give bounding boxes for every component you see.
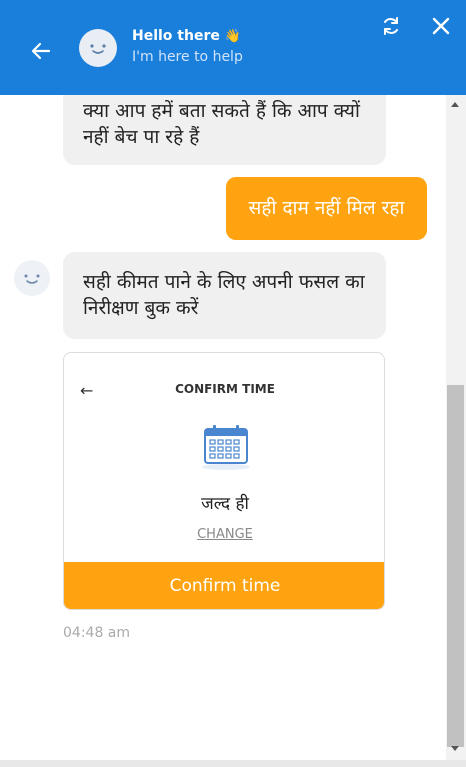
bot-message-text: सही कीमत पाने के लिए अपनी फसल का निरीक्ष…	[83, 271, 365, 319]
scrollbar[interactable]	[446, 95, 466, 760]
user-message: सही दाम नहीं मिल रहा	[226, 177, 427, 240]
header-title: Hello there 👋	[132, 28, 241, 44]
back-arrow-icon	[31, 42, 51, 60]
back-button[interactable]	[28, 38, 54, 64]
card-title: CONFIRM TIME	[175, 382, 275, 396]
confirm-time-button[interactable]: Confirm time	[64, 562, 384, 609]
bot-message: क्या आप हमें बता सकते हैं कि आप क्यों नह…	[63, 95, 386, 165]
refresh-button[interactable]	[380, 15, 402, 37]
scroll-up-icon[interactable]	[451, 102, 459, 107]
message-timestamp: 04:48 am	[63, 625, 131, 641]
user-message-text: सही दाम नहीं मिल रहा	[248, 197, 405, 219]
change-link[interactable]: CHANGE	[64, 527, 384, 542]
wave-icon: 👋	[224, 29, 241, 44]
confirm-time-card: ← CONFIRM TIME जल्द ही CHANGE Confirm ti…	[63, 352, 385, 610]
header-subtitle: I'm here to help	[132, 49, 243, 65]
header-title-text: Hello there	[132, 28, 220, 44]
bottom-divider	[0, 760, 466, 767]
scroll-down-icon[interactable]	[451, 746, 459, 751]
selected-time: जल्द ही	[201, 494, 249, 514]
chat-area[interactable]: क्या आप हमें बता सकते हैं कि आप क्यों नह…	[0, 95, 446, 760]
close-button[interactable]	[430, 15, 452, 37]
bot-message: सही कीमत पाने के लिए अपनी फसल का निरीक्ष…	[63, 252, 386, 339]
refresh-icon	[384, 17, 398, 35]
bot-avatar-icon	[79, 29, 117, 67]
scrollbar-thumb[interactable]	[447, 385, 464, 747]
bot-message-text: क्या आप हमें बता सकते हैं कि आप क्यों नह…	[83, 100, 360, 148]
calendar-icon	[201, 421, 251, 471]
chat-header: Hello there 👋 I'm here to help	[0, 0, 466, 95]
bot-avatar-icon	[14, 260, 50, 296]
close-icon	[432, 17, 450, 35]
